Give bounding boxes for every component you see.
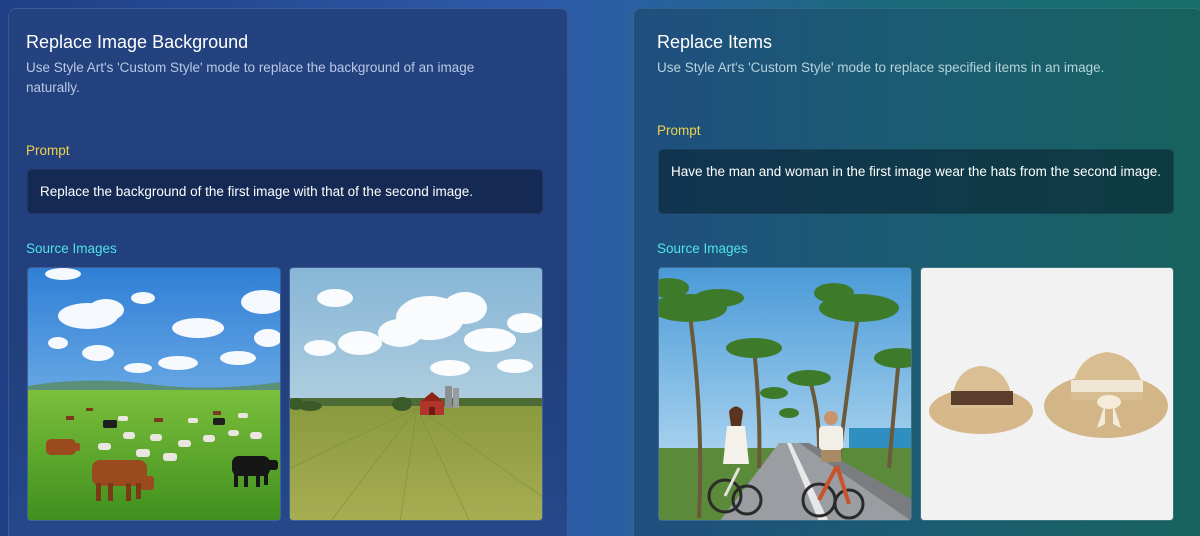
- pasture-image: [28, 268, 280, 520]
- source-image-pasture[interactable]: [27, 267, 281, 521]
- source-image-cyclists[interactable]: [658, 267, 912, 521]
- replace-items-card: Replace Items Use Style Art's 'Custom St…: [633, 8, 1200, 536]
- hats-image: [921, 268, 1173, 520]
- source-images-label: Source Images: [657, 241, 748, 256]
- prompt-text-box: Have the man and woman in the first imag…: [658, 149, 1174, 214]
- source-image-hats[interactable]: [920, 267, 1174, 521]
- cyclists-image: [659, 268, 911, 520]
- card-description: Use Style Art's 'Custom Style' mode to r…: [657, 60, 1105, 75]
- replace-background-card: Replace Image Background Use Style Art's…: [8, 8, 568, 536]
- source-images-label: Source Images: [26, 241, 117, 256]
- barn-field-image: [290, 268, 542, 520]
- prompt-label: Prompt: [26, 143, 70, 158]
- card-title: Replace Image Background: [26, 32, 249, 52]
- card-description: Use Style Art's 'Custom Style' mode to r…: [26, 60, 475, 95]
- prompt-label: Prompt: [657, 123, 701, 138]
- prompt-text-box: Replace the background of the first imag…: [27, 169, 543, 214]
- card-title: Replace Items: [657, 32, 773, 52]
- source-image-barn-field[interactable]: [289, 267, 543, 521]
